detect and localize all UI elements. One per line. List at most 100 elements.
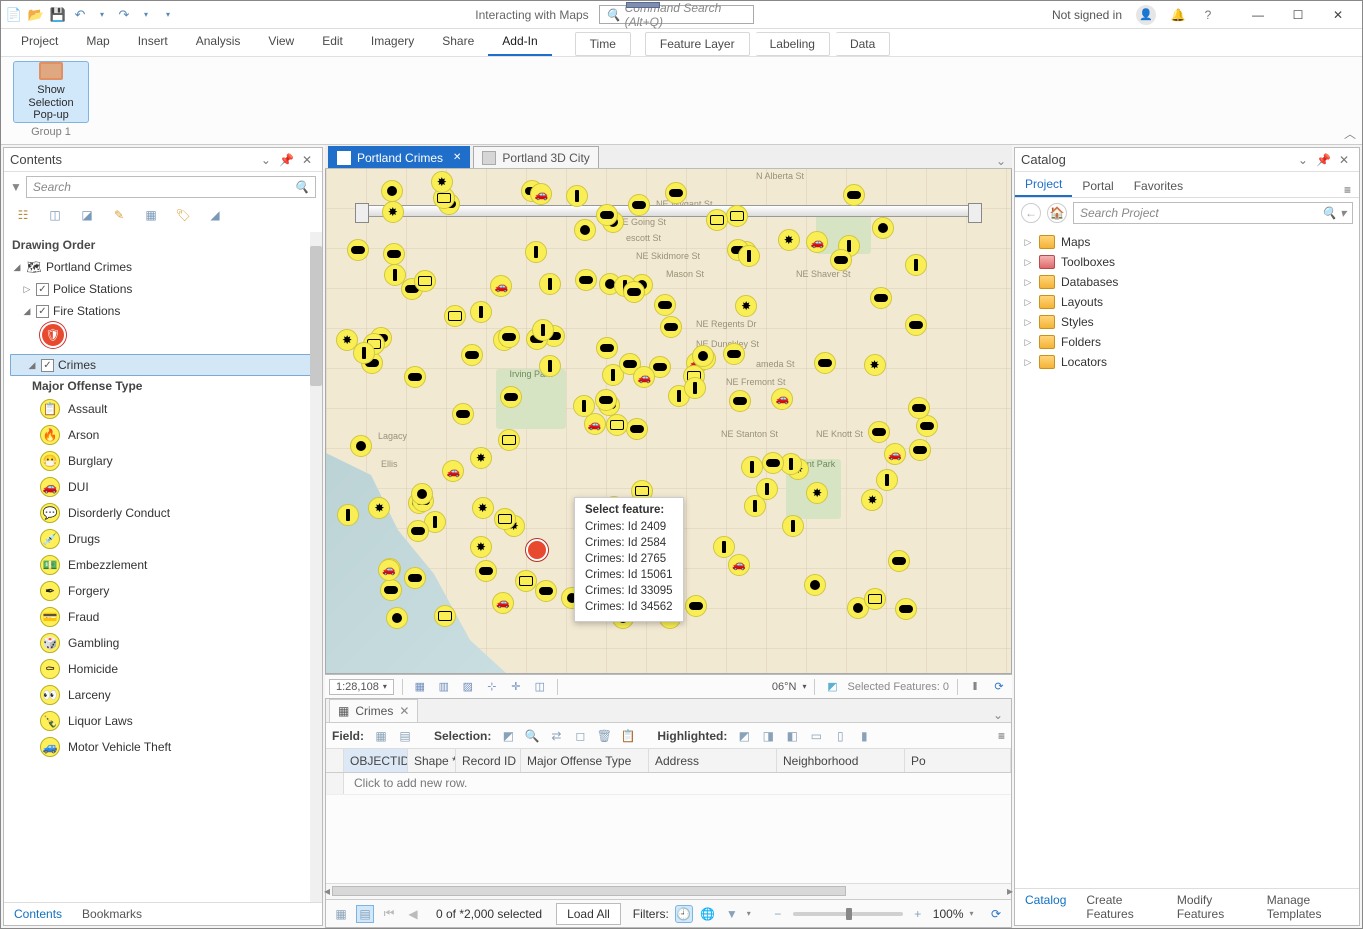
catalog-item-toolboxes[interactable]: ▷Toolboxes <box>1019 252 1355 272</box>
popup-row[interactable]: Crimes: Id 15061 <box>585 567 673 583</box>
scroll-right-icon[interactable]: ▸ <box>1007 884 1013 898</box>
list-selection-icon[interactable]: ◪ <box>78 206 96 224</box>
bottom-tab-catalog[interactable]: Catalog <box>1015 889 1076 925</box>
crime-marker[interactable] <box>654 294 676 316</box>
layer-fire[interactable]: ◢ ✓ Fire Stations <box>4 300 322 322</box>
crime-marker[interactable] <box>909 439 931 461</box>
fire-station-marker[interactable] <box>526 539 548 561</box>
close-panel-icon[interactable]: ✕ <box>302 153 312 167</box>
highlight-flash-icon[interactable]: ◧ <box>783 727 801 745</box>
crime-marker[interactable] <box>383 243 405 265</box>
undo-dd-icon[interactable]: ▾ <box>93 6 111 24</box>
zoom-thumb[interactable] <box>846 908 852 920</box>
map-canvas[interactable]: Irving Park Grant Park Wilshire Park N A… <box>325 169 1012 674</box>
pin-icon[interactable]: 📌 <box>279 153 294 167</box>
list-label-icon[interactable]: 🏷 <box>174 206 192 224</box>
popup-row[interactable]: Crimes: Id 34562 <box>585 599 673 615</box>
catalog-tab-project[interactable]: Project <box>1015 173 1072 197</box>
checkbox[interactable]: ✓ <box>36 305 49 318</box>
crime-marker[interactable] <box>804 574 826 596</box>
class-assault[interactable]: 📋Assault <box>4 396 322 422</box>
filter-extent-icon[interactable]: 🌐 <box>699 905 717 923</box>
load-all-button[interactable]: Load All <box>556 903 621 925</box>
popup-row[interactable]: Crimes: Id 2765 <box>585 551 673 567</box>
crime-marker[interactable] <box>623 281 645 303</box>
bottom-tab-modify[interactable]: Modify Features <box>1167 889 1257 925</box>
crime-marker[interactable] <box>444 305 466 327</box>
crime-marker[interactable] <box>384 264 406 286</box>
table-tab-crimes[interactable]: ▦ Crimes ✕ <box>329 699 418 722</box>
open-project-icon[interactable]: 📂 <box>27 6 45 24</box>
list-perspective-icon[interactable]: ◢ <box>206 206 224 224</box>
calculate-icon[interactable]: ▤ <box>396 727 414 745</box>
zoom-dd-icon[interactable]: ▾ <box>970 909 974 918</box>
redo-dd-icon[interactable]: ▾ <box>137 6 155 24</box>
map-tab-portland-crimes[interactable]: Portland Crimes ✕ <box>328 146 470 168</box>
table-menu-icon[interactable]: ≡ <box>998 729 1005 743</box>
views-dropdown-icon[interactable]: ⌄ <box>993 708 1003 722</box>
snap-grid-icon[interactable]: ▦ <box>411 678 429 696</box>
crime-marker[interactable] <box>431 171 453 193</box>
class-forgery[interactable]: ✒Forgery <box>4 578 322 604</box>
crime-marker[interactable] <box>728 554 750 576</box>
crime-marker[interactable] <box>498 326 520 348</box>
highlight-unselect-icon[interactable]: ▯ <box>831 727 849 745</box>
crime-marker[interactable] <box>350 435 372 457</box>
class-fraud[interactable]: 💳Fraud <box>4 604 322 630</box>
collapse-icon[interactable]: ◢ <box>27 360 37 371</box>
tab-analysis[interactable]: Analysis <box>182 28 255 56</box>
col-shape[interactable]: Shape * <box>408 749 456 772</box>
crime-marker[interactable] <box>574 219 596 241</box>
popup-row[interactable]: Crimes: Id 2584 <box>585 535 673 551</box>
select-by-attr-icon[interactable]: ◩ <box>499 727 517 745</box>
scroll-thumb[interactable] <box>332 886 846 896</box>
crime-marker[interactable] <box>498 429 520 451</box>
snap-point-icon[interactable]: ⊹ <box>483 678 501 696</box>
highlight-clear-icon[interactable]: ▭ <box>807 727 825 745</box>
ctx-tab-data[interactable]: Data <box>836 32 890 56</box>
filter-query-icon[interactable]: ▼ <box>723 905 741 923</box>
class-arson[interactable]: 🔥Arson <box>4 422 322 448</box>
crime-marker[interactable] <box>726 205 748 227</box>
crime-marker[interactable] <box>500 386 522 408</box>
class-larceny[interactable]: 👀Larceny <box>4 682 322 708</box>
toc-scrollbar[interactable] <box>310 232 322 902</box>
catalog-tab-portal[interactable]: Portal <box>1072 175 1123 197</box>
add-field-icon[interactable]: ▦ <box>372 727 390 745</box>
refresh-icon[interactable]: ⟳ <box>990 678 1008 696</box>
crime-marker[interactable] <box>404 567 426 589</box>
crime-marker[interactable] <box>434 605 456 627</box>
popup-row[interactable]: Crimes: Id 33095 <box>585 583 673 599</box>
toc-scroll-thumb[interactable] <box>310 246 322 386</box>
highlight-pan-icon[interactable]: ◨ <box>759 727 777 745</box>
close-button[interactable]: ✕ <box>1318 2 1358 28</box>
home-icon[interactable]: 🏠 <box>1047 203 1067 223</box>
row-handle[interactable] <box>326 773 344 794</box>
refresh-icon[interactable]: ⟳ <box>987 905 1005 923</box>
crime-marker[interactable] <box>382 201 404 223</box>
bottom-tab-bookmarks[interactable]: Bookmarks <box>72 903 152 925</box>
catalog-search[interactable]: Search Project 🔍 ▾ <box>1073 202 1353 224</box>
snap-intersection-icon[interactable]: ✛ <box>507 678 525 696</box>
crime-marker[interactable] <box>472 497 494 519</box>
minimize-button[interactable]: — <box>1238 2 1278 28</box>
catalog-item-styles[interactable]: ▷Styles <box>1019 312 1355 332</box>
views-dropdown-icon[interactable]: ⌄ <box>996 154 1006 168</box>
crime-marker[interactable] <box>870 287 892 309</box>
help-icon[interactable]: ? <box>1200 7 1216 23</box>
crime-marker[interactable] <box>771 388 793 410</box>
catalog-item-databases[interactable]: ▷Databases <box>1019 272 1355 292</box>
crime-marker[interactable] <box>532 319 554 341</box>
command-search[interactable]: 🔍 Command Search (Alt+Q) <box>599 5 754 24</box>
crime-marker[interactable] <box>535 580 557 602</box>
list-snap-icon[interactable]: ▦ <box>142 206 160 224</box>
list-edit-icon[interactable]: ✎ <box>110 206 128 224</box>
collapse-icon[interactable]: ◢ <box>12 262 22 273</box>
crime-marker[interactable] <box>908 397 930 419</box>
crime-marker[interactable] <box>337 504 359 526</box>
catalog-menu-icon[interactable]: ≡ <box>1344 183 1359 197</box>
ctx-tab-time[interactable]: Time <box>575 32 631 56</box>
crime-marker[interactable] <box>713 536 735 558</box>
filter-dd-icon[interactable]: ▾ <box>747 909 751 918</box>
tab-imagery[interactable]: Imagery <box>357 28 428 56</box>
